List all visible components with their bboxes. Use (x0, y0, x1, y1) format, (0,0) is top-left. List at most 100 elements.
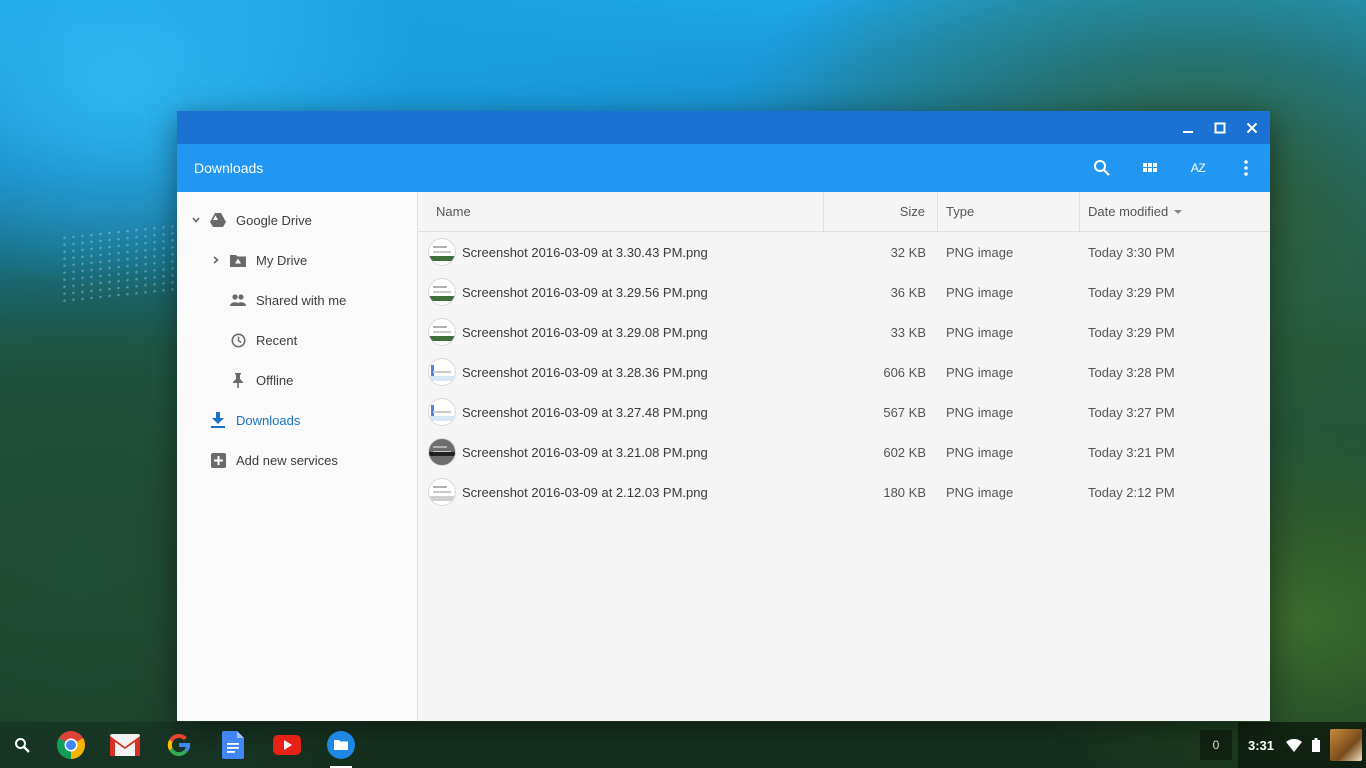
image-thumbnail-icon (428, 438, 456, 466)
table-row[interactable]: Screenshot 2016-03-09 at 2.12.03 PM.png … (418, 472, 1270, 512)
image-thumbnail-icon (428, 278, 456, 306)
file-name: Screenshot 2016-03-09 at 3.30.43 PM.png (462, 244, 708, 260)
sidebar-item-shared-with-me[interactable]: Shared with me (177, 280, 417, 320)
file-type: PNG image (946, 284, 1014, 300)
file-size: 180 KB (883, 484, 926, 500)
file-type: PNG image (946, 324, 1014, 340)
file-list-header: Name Size Type Date modified (418, 192, 1270, 232)
app-toolbar: Downloads AZ (177, 144, 1270, 192)
file-type: PNG image (946, 364, 1014, 380)
chrome-icon (57, 731, 85, 759)
clock: 3:31 (1247, 737, 1274, 753)
minimize-button[interactable] (1172, 111, 1204, 144)
shelf-app-files[interactable] (314, 722, 368, 768)
column-header-type[interactable]: Type (938, 192, 1080, 231)
table-row[interactable]: Screenshot 2016-03-09 at 3.28.36 PM.png … (418, 352, 1270, 392)
pin-icon (226, 372, 250, 388)
more-options-button[interactable] (1222, 144, 1270, 192)
search-button[interactable] (1078, 144, 1126, 192)
sidebar-item-label: My Drive (256, 252, 308, 268)
chevron-right-icon[interactable] (206, 255, 226, 265)
table-row[interactable]: Screenshot 2016-03-09 at 3.21.08 PM.png … (418, 432, 1270, 472)
status-tray[interactable]: 0 3:31 (1199, 722, 1366, 768)
grid-view-button[interactable] (1126, 144, 1174, 192)
system-status-area[interactable]: 3:31 (1237, 722, 1366, 768)
file-size: 32 KB (890, 244, 926, 260)
file-name: Screenshot 2016-03-09 at 3.27.48 PM.png (462, 404, 708, 420)
maximize-icon (1214, 122, 1226, 133)
table-row[interactable]: Screenshot 2016-03-09 at 3.29.08 PM.png … (418, 312, 1270, 352)
file-size: 567 KB (883, 404, 926, 420)
table-row[interactable]: Screenshot 2016-03-09 at 3.29.56 PM.png … (418, 272, 1270, 312)
sidebar-item-label: Shared with me (256, 292, 347, 308)
gmail-icon (110, 734, 140, 756)
file-date: Today 3:29 PM (1088, 284, 1175, 300)
file-name: Screenshot 2016-03-09 at 3.28.36 PM.png (462, 364, 708, 380)
minimize-icon (1183, 130, 1193, 133)
table-row[interactable]: Screenshot 2016-03-09 at 3.27.48 PM.png … (418, 392, 1270, 432)
file-type: PNG image (946, 444, 1014, 460)
shelf-app-youtube[interactable] (260, 722, 314, 768)
file-type: PNG image (946, 484, 1014, 500)
sidebar-item-label: Add new services (236, 452, 338, 468)
shelf-app-docs[interactable] (206, 722, 260, 768)
close-button[interactable] (1236, 111, 1268, 144)
sidebar-item-my-drive[interactable]: My Drive (177, 240, 417, 280)
sidebar-item-recent[interactable]: Recent (177, 320, 417, 360)
column-header-name[interactable]: Name (418, 192, 824, 231)
shelf-app-gmail[interactable] (98, 722, 152, 768)
notification-count-badge[interactable]: 0 (1199, 730, 1232, 760)
column-header-date-modified[interactable]: Date modified (1080, 192, 1270, 231)
image-thumbnail-icon (428, 238, 456, 266)
sidebar-item-add-new-services[interactable]: Add new services (177, 440, 417, 480)
drive-icon (206, 213, 230, 227)
google-search-icon (167, 733, 191, 757)
sort-button[interactable]: AZ (1174, 144, 1222, 192)
sidebar-item-google-drive[interactable]: Google Drive (177, 200, 417, 240)
image-thumbnail-icon (428, 358, 456, 386)
shelf-app-chrome[interactable] (44, 722, 98, 768)
sort-descending-icon (1174, 209, 1183, 214)
maximize-button[interactable] (1204, 111, 1236, 144)
file-size: 33 KB (890, 324, 926, 340)
file-date: Today 3:30 PM (1088, 244, 1175, 260)
file-size: 606 KB (883, 364, 926, 380)
shelf-app-google[interactable] (152, 722, 206, 768)
window-titlebar[interactable] (177, 111, 1270, 144)
chevron-down-icon[interactable] (186, 215, 206, 225)
image-thumbnail-icon (428, 318, 456, 346)
clock-icon (226, 333, 250, 348)
sidebar-item-label: Downloads (236, 412, 301, 428)
wifi-icon (1286, 738, 1302, 752)
shelf: 0 3:31 (0, 722, 1366, 768)
file-name: Screenshot 2016-03-09 at 2.12.03 PM.png (462, 484, 708, 500)
battery-icon (1312, 738, 1320, 752)
file-date: Today 2:12 PM (1088, 484, 1175, 500)
file-list: Name Size Type Date modified Screenshot … (418, 192, 1270, 721)
sidebar-item-downloads[interactable]: Downloads (177, 400, 417, 440)
sidebar-item-offline[interactable]: Offline (177, 360, 417, 400)
sidebar-item-label: Google Drive (236, 212, 312, 228)
image-thumbnail-icon (428, 398, 456, 426)
file-date: Today 3:21 PM (1088, 444, 1175, 460)
people-icon (226, 294, 250, 306)
more-vert-icon (1244, 160, 1248, 176)
file-size: 36 KB (890, 284, 926, 300)
add-box-icon (206, 452, 230, 468)
file-name: Screenshot 2016-03-09 at 3.29.56 PM.png (462, 284, 708, 300)
image-thumbnail-icon (428, 478, 456, 506)
launcher-button[interactable] (0, 722, 44, 768)
docs-icon (222, 731, 244, 759)
navigation-sidebar: Google Drive My Drive Shared with me Rec… (177, 192, 418, 721)
sort-az-icon: AZ (1190, 161, 1206, 175)
column-header-size[interactable]: Size (824, 192, 938, 231)
file-name: Screenshot 2016-03-09 at 3.29.08 PM.png (462, 324, 708, 340)
files-app-window: Downloads AZ Google Drive My Drive Share… (177, 111, 1270, 721)
table-row[interactable]: Screenshot 2016-03-09 at 3.30.43 PM.png … (418, 232, 1270, 272)
file-type: PNG image (946, 244, 1014, 260)
download-icon (206, 412, 230, 428)
files-icon (327, 731, 355, 759)
file-date: Today 3:27 PM (1088, 404, 1175, 420)
file-date: Today 3:29 PM (1088, 324, 1175, 340)
search-icon (1094, 160, 1110, 176)
